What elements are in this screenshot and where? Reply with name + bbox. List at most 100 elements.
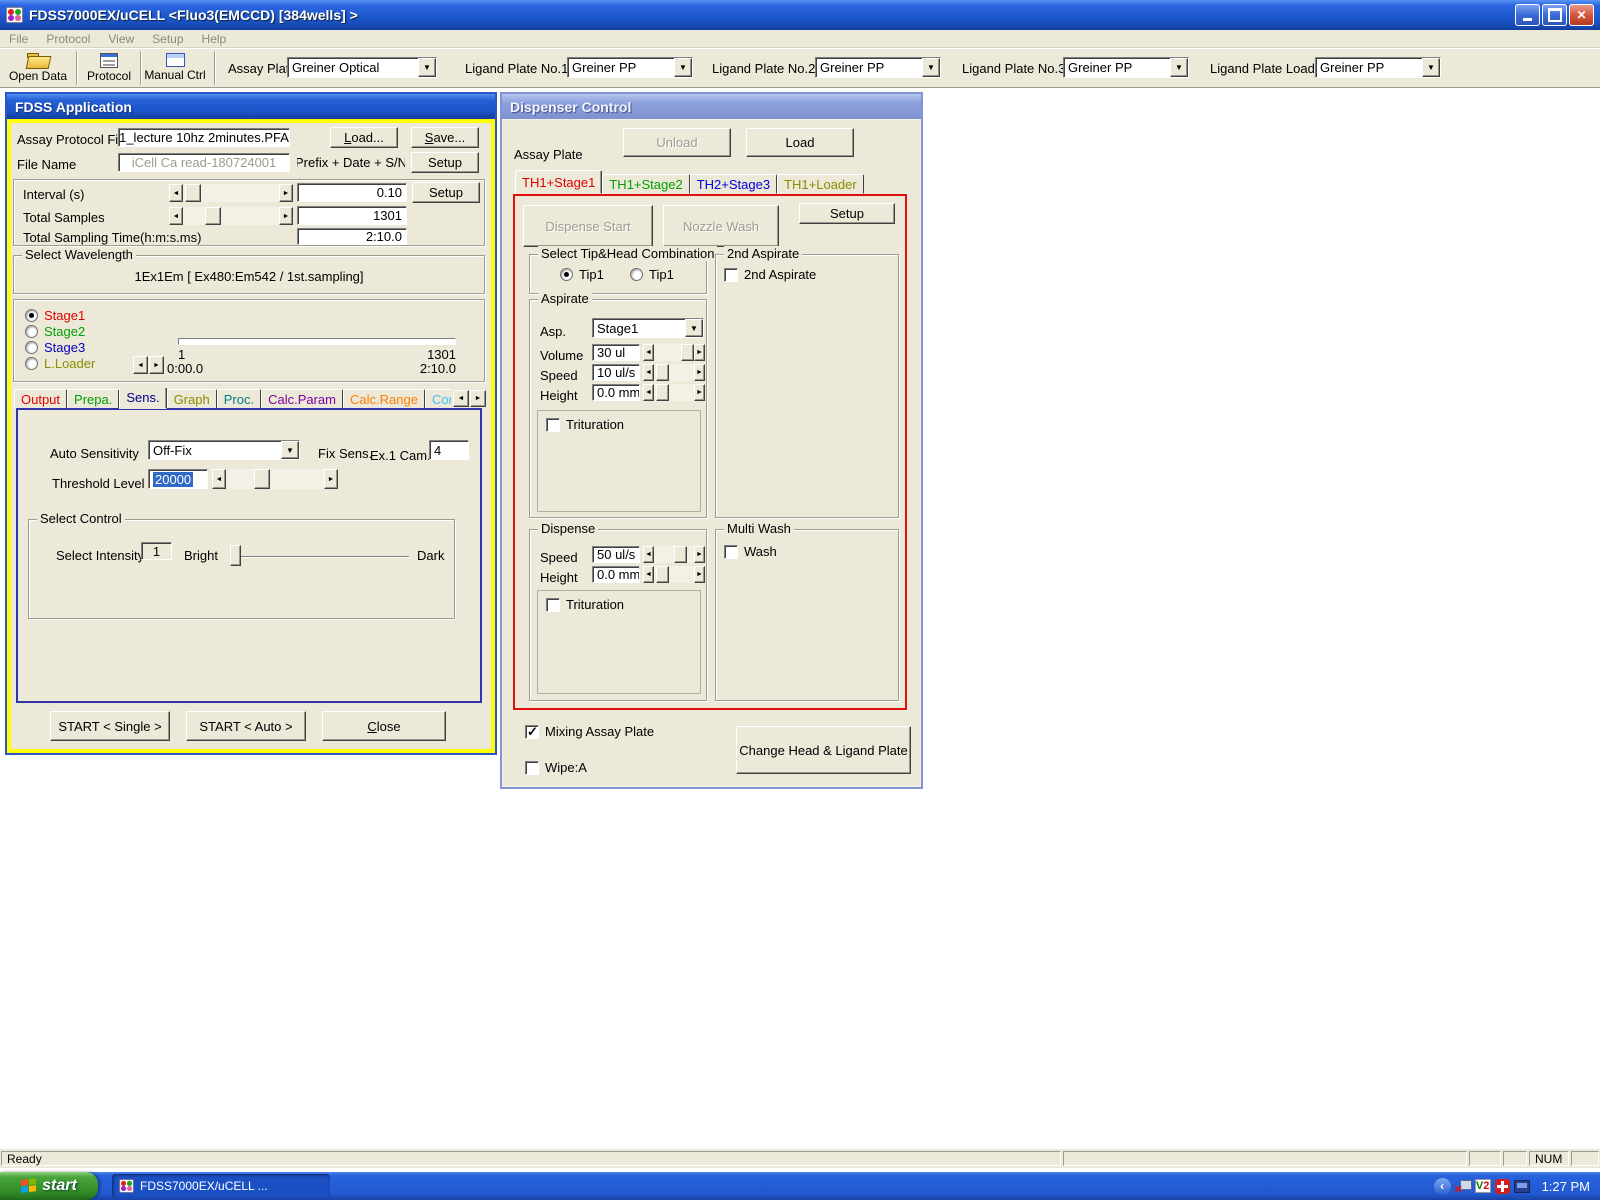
tip1-radio[interactable]: Tip1	[560, 267, 604, 282]
checkbox-icon[interactable]	[546, 597, 560, 612]
file-name-field[interactable]: iCell Ca read-180724001	[118, 153, 290, 172]
ex1-cam-field[interactable]: 4	[429, 440, 469, 460]
threshold-scrollbar[interactable]: ◄ ►	[212, 469, 338, 489]
menu-view[interactable]: View	[99, 31, 143, 47]
radio-icon[interactable]	[25, 357, 38, 370]
radio-icon[interactable]	[25, 309, 38, 322]
scroll-right-icon[interactable]: ►	[694, 546, 705, 563]
ligand-plate-3-select[interactable]: Greiner PP ▼	[1063, 57, 1189, 78]
asp-select[interactable]: Stage1 ▼	[592, 318, 704, 338]
dropdown-arrow-icon[interactable]: ▼	[418, 58, 436, 77]
ligand-plate-2-select[interactable]: Greiner PP ▼	[815, 57, 941, 78]
minimize-button[interactable]	[1515, 4, 1540, 26]
aspirate-height-field[interactable]: 0.0 mm	[592, 384, 640, 401]
open-data-button[interactable]: Open Data	[6, 50, 70, 86]
checkbox-icon[interactable]	[724, 267, 738, 282]
interval-scrollbar[interactable]: ◄ ►	[169, 184, 293, 202]
dropdown-arrow-icon[interactable]: ▼	[281, 441, 299, 459]
scroll-left-icon[interactable]: ◄	[212, 469, 226, 489]
dispense-height-scrollbar[interactable]: ◄ ►	[643, 566, 705, 583]
wipe-a-checkbox[interactable]: Wipe:A	[525, 760, 587, 775]
checkbox-icon[interactable]	[525, 724, 539, 740]
dispense-speed-field[interactable]: 50 ul/s	[592, 546, 640, 563]
interval-setup-button[interactable]: Setup	[412, 182, 480, 203]
volume-scroll-thumb[interactable]	[681, 344, 694, 361]
change-head-ligand-plate-button[interactable]: Change Head & Ligand Plate	[736, 726, 911, 774]
protocol-button[interactable]: Protocol	[80, 50, 138, 86]
close-dialog-button[interactable]: Close	[322, 711, 446, 741]
scroll-left-icon[interactable]: ◄	[643, 384, 654, 401]
dispense-speed-scroll-thumb[interactable]	[674, 546, 687, 563]
unload-button[interactable]: Unload	[623, 128, 731, 157]
tab-th1-loader[interactable]: TH1+Loader	[777, 174, 864, 194]
scroll-right-icon[interactable]: ►	[694, 384, 705, 401]
scroll-left-icon[interactable]: ◄	[643, 566, 654, 583]
tab-output[interactable]: Output	[14, 389, 68, 409]
taskbar-clock[interactable]: 1:27 PM	[1542, 1179, 1590, 1194]
nozzle-wash-button[interactable]: Nozzle Wash	[663, 205, 779, 247]
menu-help[interactable]: Help	[193, 31, 236, 47]
radio-icon[interactable]	[25, 341, 38, 354]
scroll-right-icon[interactable]: ►	[694, 566, 705, 583]
dispense-trituration-checkbox[interactable]: Trituration	[546, 597, 624, 612]
ligand-plate-1-select[interactable]: Greiner PP ▼	[567, 57, 693, 78]
dropdown-arrow-icon[interactable]: ▼	[1422, 58, 1440, 77]
scroll-left-icon[interactable]: ◄	[169, 184, 183, 202]
tab-scroll-right-button[interactable]: ►	[470, 390, 486, 407]
tab-graph[interactable]: Graph	[166, 389, 217, 409]
dispenser-setup-button[interactable]: Setup	[799, 203, 895, 224]
volume-field[interactable]: 30 ul	[592, 344, 640, 361]
lloader-radio[interactable]: L.Loader	[25, 356, 95, 371]
tab-calc-param[interactable]: Calc.Param	[261, 389, 343, 409]
mixing-assay-plate-checkbox[interactable]: Mixing Assay Plate	[525, 724, 654, 740]
fdss-window-titlebar[interactable]: FDSS Application	[7, 94, 495, 119]
threshold-scroll-thumb[interactable]	[254, 469, 270, 489]
taskbar-task-fdss[interactable]: FDSS7000EX/uCELL ...	[112, 1174, 330, 1198]
scroll-left-icon[interactable]: ◄	[643, 364, 654, 381]
total-samples-scroll-thumb[interactable]	[205, 207, 221, 225]
dropdown-arrow-icon[interactable]: ▼	[685, 319, 703, 337]
second-aspirate-checkbox[interactable]: 2nd Aspirate	[724, 267, 816, 282]
hide-icons-chevron-icon[interactable]: ‹	[1433, 1177, 1451, 1195]
checkbox-icon[interactable]	[525, 760, 539, 775]
volume-scrollbar[interactable]: ◄ ►	[643, 344, 705, 361]
aspirate-height-scrollbar[interactable]: ◄ ►	[643, 384, 705, 401]
wash-checkbox[interactable]: Wash	[724, 544, 777, 559]
aspirate-speed-scroll-thumb[interactable]	[656, 364, 669, 381]
dropdown-arrow-icon[interactable]: ▼	[674, 58, 692, 77]
menu-protocol[interactable]: Protocol	[37, 31, 99, 47]
tab-th1-stage2[interactable]: TH1+Stage2	[602, 174, 690, 194]
assay-plate-select[interactable]: Greiner Optical ▼	[287, 57, 437, 78]
tab-calc-range[interactable]: Calc.Range	[343, 389, 425, 409]
prefix-date-sn-button[interactable]: Prefix + Date + S/N	[296, 153, 406, 172]
scroll-right-icon[interactable]: ►	[324, 469, 338, 489]
sample-step-back-button[interactable]: ◄	[133, 356, 148, 374]
scroll-left-icon[interactable]: ◄	[169, 207, 183, 225]
v2-agent-icon[interactable]: V2	[1474, 1179, 1491, 1193]
network-offline-icon[interactable]	[1454, 1179, 1472, 1196]
dropdown-arrow-icon[interactable]: ▼	[922, 58, 940, 77]
tab-th2-stage3[interactable]: TH2+Stage3	[689, 174, 778, 194]
dispense-height-field[interactable]: 0.0 mm	[592, 566, 640, 583]
manual-ctrl-button[interactable]: Manual Ctrl	[142, 50, 208, 86]
aspirate-height-scroll-thumb[interactable]	[656, 384, 669, 401]
dispense-height-scroll-thumb[interactable]	[656, 566, 669, 583]
scroll-right-icon[interactable]: ►	[694, 344, 705, 361]
aspirate-trituration-checkbox[interactable]: Trituration	[546, 417, 624, 432]
dispenser-window-titlebar[interactable]: Dispenser Control	[502, 94, 921, 119]
dispense-speed-scrollbar[interactable]: ◄ ►	[643, 546, 705, 563]
scroll-left-icon[interactable]: ◄	[643, 344, 654, 361]
file-name-setup-button[interactable]: Setup	[411, 152, 479, 173]
load-button[interactable]: Load...	[330, 127, 398, 148]
menu-file[interactable]: File	[0, 31, 37, 47]
start-auto-button[interactable]: START < Auto >	[186, 711, 306, 741]
menu-setup[interactable]: Setup	[143, 31, 192, 47]
checkbox-icon[interactable]	[724, 544, 738, 559]
threshold-level-field[interactable]: 20000	[148, 469, 208, 489]
stage1-radio[interactable]: Stage1	[25, 308, 85, 323]
assay-protocol-file-field[interactable]: 1_lecture 10hz 2minutes.PFA	[118, 128, 290, 147]
radio-icon[interactable]	[630, 268, 643, 281]
stage2-radio[interactable]: Stage2	[25, 324, 85, 339]
display-device-icon[interactable]	[1513, 1179, 1530, 1193]
sample-range-track[interactable]	[178, 338, 456, 345]
